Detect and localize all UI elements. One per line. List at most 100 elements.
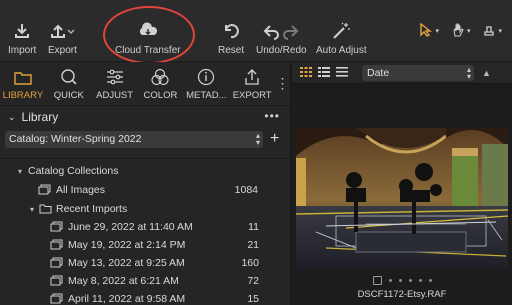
browser-toolbar: Date ▴ ▾ ▲ xyxy=(292,62,512,84)
sort-select[interactable]: Date ▴ ▾ xyxy=(362,64,474,81)
images-stack-icon xyxy=(50,257,63,271)
reset-icon xyxy=(222,20,240,42)
stamp-dropdown-icon: ▾ xyxy=(498,28,502,35)
hand-icon xyxy=(451,23,465,40)
expand-chevron-icon: ▾ xyxy=(30,204,35,214)
export-button[interactable]: Export xyxy=(48,20,77,56)
undo-redo-button[interactable]: Undo/Redo xyxy=(256,20,307,56)
import-count: 15 xyxy=(247,293,259,305)
rating-dot-icon[interactable] xyxy=(418,278,422,282)
import-count: 160 xyxy=(241,257,259,269)
import-date-label: May 19, 2022 at 2:14 PM xyxy=(68,239,186,251)
import-count: 21 xyxy=(247,239,259,251)
tool-selectors: ▾ ▾ ▾ xyxy=(415,18,512,44)
folder-icon xyxy=(14,67,32,87)
rating-dot-icon[interactable] xyxy=(388,278,392,282)
sort-direction-icon[interactable]: ▲ xyxy=(482,68,491,78)
filmstrip-view-icon[interactable] xyxy=(318,64,330,82)
hand-dropdown-icon: ▾ xyxy=(466,28,471,35)
tab-quick-label: QUICK xyxy=(53,90,84,101)
import-count: 11 xyxy=(248,221,259,233)
auto-adjust-button[interactable]: Auto Adjust xyxy=(316,20,367,56)
list-item[interactable]: May 8, 2022 at 6:21 AM 72 xyxy=(0,271,291,291)
list-item[interactable]: June 29, 2022 at 11:40 AM 11 xyxy=(0,217,291,237)
photo-thumbnail[interactable] xyxy=(296,128,508,270)
expand-chevron-icon: ▾ xyxy=(18,166,23,176)
crop-tool[interactable]: ▾ xyxy=(478,20,506,42)
import-button[interactable]: Import xyxy=(8,20,36,56)
undo-redo-label: Undo/Redo xyxy=(256,45,307,56)
rating-dot-icon[interactable] xyxy=(408,278,412,282)
divider xyxy=(0,158,290,159)
select-arrows-icon: ▴ ▾ xyxy=(255,130,260,147)
import-date-label: May 13, 2022 at 9:25 AM xyxy=(68,257,185,269)
tab-color[interactable]: COLOR xyxy=(138,62,184,105)
color-circles-icon xyxy=(150,67,170,87)
cloud-transfer-button[interactable]: Cloud Transfer xyxy=(115,20,181,56)
add-catalog-button[interactable]: + xyxy=(270,130,279,148)
collapse-chevron-icon: ⌄ xyxy=(8,111,16,122)
pointer-tool[interactable]: ▾ xyxy=(415,20,443,42)
tab-library[interactable]: LIBRARY xyxy=(0,62,46,105)
import-count: 72 xyxy=(247,275,259,287)
rating-row xyxy=(292,274,512,286)
list-item[interactable]: May 19, 2022 at 2:14 PM 21 xyxy=(0,235,291,255)
tab-metadata-label: METAD... xyxy=(186,90,227,101)
all-images-count: 1084 xyxy=(234,184,258,196)
import-date-label: June 29, 2022 at 11:40 AM xyxy=(68,221,193,233)
list-view-icon[interactable] xyxy=(336,64,348,82)
tab-color-label: COLOR xyxy=(143,90,178,101)
share-icon xyxy=(243,67,261,87)
all-images-item[interactable]: All Images 1084 xyxy=(0,180,291,200)
top-toolbar: Import Export Cloud Transfer Reset Undo/… xyxy=(0,0,512,64)
catalog-collections-label: Catalog Collections xyxy=(28,165,119,177)
recent-imports-label: Recent Imports xyxy=(56,203,128,215)
tabs-more-button[interactable]: ⋮ xyxy=(275,62,290,105)
tab-quick[interactable]: QUICK xyxy=(46,62,92,105)
recent-imports-folder[interactable]: ▾ Recent Imports xyxy=(0,199,291,219)
import-icon xyxy=(13,20,31,42)
images-stack-icon xyxy=(50,221,63,235)
cloud-download-icon xyxy=(137,20,159,42)
select-checkbox[interactable] xyxy=(372,275,382,285)
magnifier-icon xyxy=(60,67,78,87)
catalog-select-value: Catalog: Winter-Spring 2022 xyxy=(9,133,142,145)
list-item[interactable]: April 11, 2022 at 9:58 AM 15 xyxy=(0,289,291,305)
images-stack-icon xyxy=(50,239,63,253)
library-header[interactable]: ⌄ Library ••• xyxy=(0,106,290,128)
library-options-icon[interactable]: ••• xyxy=(264,109,280,123)
thumbnail-filename: DSCF1172-Etsy.RAF xyxy=(357,289,447,300)
import-date-label: April 11, 2022 at 9:58 AM xyxy=(68,293,186,305)
tab-metadata[interactable]: METAD... xyxy=(183,62,229,105)
all-images-label: All Images xyxy=(56,184,106,196)
left-panel: LIBRARY QUICK ADJUST COLOR METAD... EXPO… xyxy=(0,62,291,305)
cloud-transfer-label: Cloud Transfer xyxy=(115,45,181,56)
tab-adjust[interactable]: ADJUST xyxy=(92,62,138,105)
rating-dot-icon[interactable] xyxy=(398,278,402,282)
rating-dot-icon[interactable] xyxy=(428,278,432,282)
pointer-icon xyxy=(419,22,433,40)
import-label: Import xyxy=(8,45,37,56)
export-label: Export xyxy=(48,45,77,56)
sliders-icon xyxy=(106,67,124,87)
images-stack-icon xyxy=(50,293,63,305)
sort-select-value: Date xyxy=(367,66,390,79)
list-item[interactable]: May 13, 2022 at 9:25 AM 160 xyxy=(0,253,291,273)
hand-tool[interactable]: ▾ xyxy=(447,20,475,42)
reset-button[interactable]: Reset xyxy=(218,20,244,56)
museum-photo xyxy=(296,128,508,270)
catalog-collections-header[interactable]: ▾ Catalog Collections xyxy=(0,161,291,181)
tab-export-label: EXPORT xyxy=(232,90,272,101)
pointer-dropdown-icon: ▾ xyxy=(435,28,439,35)
import-date-label: May 8, 2022 at 6:21 AM xyxy=(68,275,179,287)
panel-tabs: LIBRARY QUICK ADJUST COLOR METAD... EXPO… xyxy=(0,62,290,106)
grid-view-icon[interactable] xyxy=(300,64,312,82)
tab-export[interactable]: EXPORT xyxy=(229,62,275,105)
tab-adjust-label: ADJUST xyxy=(96,90,134,101)
export-icon xyxy=(49,20,75,42)
undo-redo-icon xyxy=(261,20,301,42)
auto-adjust-label: Auto Adjust xyxy=(316,45,367,56)
thumbnail-meta: DSCF1172-Etsy.RAF xyxy=(292,274,512,300)
catalog-select[interactable]: Catalog: Winter-Spring 2022 ▴ ▾ xyxy=(5,130,263,148)
images-stack-icon xyxy=(50,275,63,289)
